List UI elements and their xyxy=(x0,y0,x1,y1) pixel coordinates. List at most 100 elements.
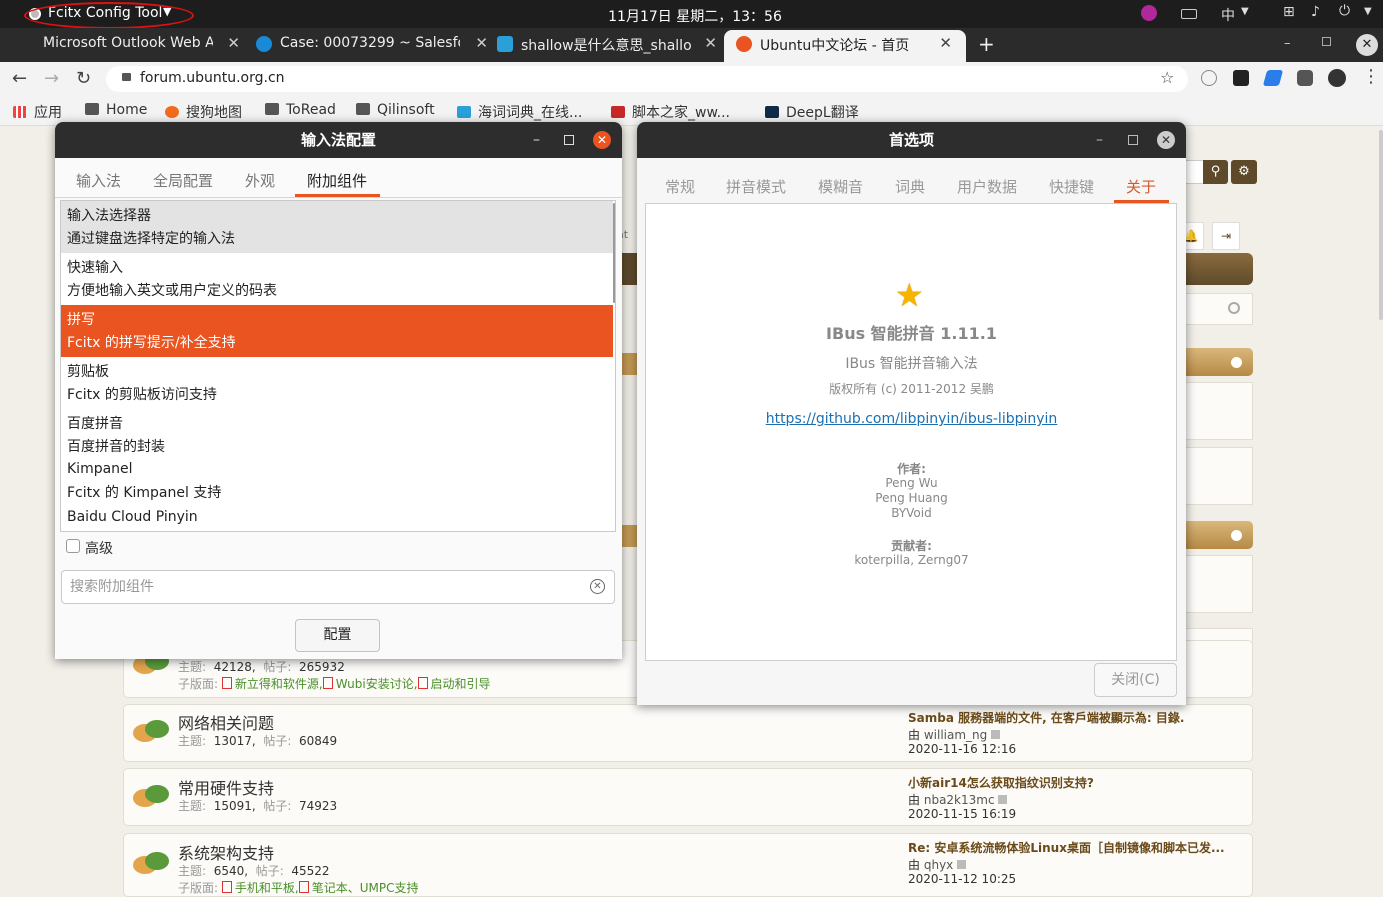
forum-title[interactable]: 网络相关问题 xyxy=(178,710,274,734)
configure-button[interactable]: 配置 xyxy=(295,619,380,652)
addon-item[interactable]: Baidu Cloud Pinyin xyxy=(61,505,613,531)
tab-general[interactable]: 常规 xyxy=(665,176,695,197)
author-link[interactable]: nba2k13mc xyxy=(924,793,995,807)
tab-user-data[interactable]: 用户数据 xyxy=(957,176,1017,197)
extensions-puzzle-icon[interactable] xyxy=(1297,70,1313,86)
salesforce-cloud-icon xyxy=(256,36,272,52)
url-text[interactable]: forum.ubuntu.org.cn xyxy=(140,70,285,86)
addon-item[interactable]: 百度拼音 百度拼音的封装 xyxy=(61,409,613,461)
forum-title[interactable]: 系统架构支持 xyxy=(178,840,274,864)
close-icon[interactable]: ✕ xyxy=(939,34,952,52)
firefox-tray-icon[interactable] xyxy=(1141,5,1157,21)
tab-global-config[interactable]: 全局配置 xyxy=(153,170,213,191)
keyboard-icon[interactable] xyxy=(1181,9,1197,19)
gear-icon[interactable]: ⚙ xyxy=(1231,160,1257,184)
last-post-title[interactable]: 小新air14怎么获取指纹识别支持? xyxy=(908,774,1094,791)
close-icon[interactable]: ✕ xyxy=(227,34,240,52)
browser-menu-icon[interactable]: ⋮ xyxy=(1362,66,1380,87)
last-post-title[interactable]: Re: 安卓系统流畅体验Linux桌面［自制镜像和脚本已发... xyxy=(908,839,1225,856)
last-post-title[interactable]: Samba 服務器端的文件, 在客戶端被顯示為: 目錄. xyxy=(908,709,1184,726)
close-button[interactable]: ✕ xyxy=(593,131,611,149)
chevron-down-icon[interactable]: ▼ xyxy=(1241,6,1249,17)
tab-ubuntu-forum[interactable]: Ubuntu中文论坛 - 首页 ✕ xyxy=(724,30,966,62)
back-button[interactable]: ← xyxy=(12,68,27,89)
extension-dark-icon[interactable] xyxy=(1233,70,1249,86)
profile-avatar-icon[interactable] xyxy=(1328,69,1346,87)
network-icon[interactable]: ⊞ xyxy=(1283,4,1295,20)
tab-shallow[interactable]: shallow是什么意思_shallo ✕ xyxy=(497,30,717,60)
advanced-label[interactable]: 高级 xyxy=(85,538,113,558)
minimize-button[interactable]: – xyxy=(533,122,540,158)
goto-post-icon[interactable] xyxy=(991,730,1001,739)
tab-about[interactable]: 关于 xyxy=(1126,176,1156,197)
power-icon[interactable]: ⏻ xyxy=(1339,3,1350,19)
maximize-button[interactable] xyxy=(1128,135,1138,145)
tab-appearance[interactable]: 外观 xyxy=(245,170,275,191)
extension-cloud-icon[interactable] xyxy=(1201,70,1217,86)
addon-item[interactable]: 输入法选择器 通过键盘选择特定的输入法 xyxy=(61,201,613,253)
window-close-button[interactable]: ✕ xyxy=(1356,34,1378,56)
subforum-link[interactable]: Wubi安装讨论, xyxy=(323,677,418,691)
input-method-indicator[interactable]: 中 xyxy=(1221,5,1235,25)
author-link[interactable]: william_ng xyxy=(924,728,987,742)
advanced-checkbox[interactable] xyxy=(66,539,80,553)
window-minimize-button[interactable]: – xyxy=(1284,36,1291,51)
volume-icon[interactable]: ♪ xyxy=(1311,4,1320,20)
subforum-link[interactable]: 新立得和软件源, xyxy=(222,677,323,691)
chevron-down-icon[interactable]: ▼ xyxy=(1364,6,1372,17)
lock-icon[interactable] xyxy=(122,73,131,81)
goto-post-icon[interactable] xyxy=(957,860,967,869)
tab-addons[interactable]: 附加组件 xyxy=(307,170,367,191)
close-button[interactable]: ✕ xyxy=(1157,131,1175,149)
subforum-link[interactable]: 启动和引导 xyxy=(418,677,491,691)
forward-button[interactable]: → xyxy=(44,68,59,89)
last-post-date: 2020-11-15 16:19 xyxy=(908,807,1017,821)
author-link[interactable]: qhyx xyxy=(924,858,953,872)
forum-title[interactable]: 常用硬件支持 xyxy=(178,775,274,799)
list-scrollbar[interactable] xyxy=(613,203,615,303)
logout-icon[interactable]: ⇥ xyxy=(1212,222,1240,250)
bookmark-apps[interactable]: 应用 xyxy=(13,102,62,122)
clock[interactable]: 11月17日 星期二，13：56 xyxy=(600,6,790,26)
close-dialog-button[interactable]: 关闭(C) xyxy=(1094,663,1177,697)
bookmark-toread[interactable]: ToRead xyxy=(265,102,336,118)
search-icon[interactable]: ⚲ xyxy=(1203,160,1228,184)
tab-pinyin-mode[interactable]: 拼音模式 xyxy=(726,176,786,197)
window-maximize-button[interactable] xyxy=(1322,37,1331,46)
bookmark-sogou-map[interactable]: 搜狗地图 xyxy=(165,102,242,122)
addon-item-selected[interactable]: 拼写 Fcitx 的拼写提示/补全支持 xyxy=(61,305,613,357)
tab-label: Case: 00073299 ~ Salesfor xyxy=(280,35,460,51)
tab-dictionary[interactable]: 词典 xyxy=(895,176,925,197)
collapse-icon[interactable] xyxy=(1231,357,1242,368)
goto-post-icon[interactable] xyxy=(998,795,1008,804)
clear-search-icon[interactable]: ✕ xyxy=(590,579,605,594)
tab-input-methods[interactable]: 输入法 xyxy=(76,170,121,191)
bookmark-home[interactable]: Home xyxy=(85,102,147,118)
close-icon[interactable]: ✕ xyxy=(704,34,717,52)
bookmark-qilinsoft[interactable]: Qilinsoft xyxy=(356,102,435,118)
tab-fuzzy[interactable]: 模糊音 xyxy=(818,176,863,197)
bookmark-star-icon[interactable]: ☆ xyxy=(1160,68,1174,87)
addon-item[interactable]: Kimpanel Fcitx 的 Kimpanel 支持 xyxy=(61,459,613,505)
bookmark-deepl[interactable]: DeepL翻译 xyxy=(765,102,859,122)
addon-list[interactable]: 输入法选择器 通过键盘选择特定的输入法 快速输入 方便地输入英文或用户定义的码表… xyxy=(60,200,616,532)
addon-item[interactable]: 剪贴板 Fcitx 的剪贴板访问支持 xyxy=(61,357,613,409)
bookmark-jb51[interactable]: 脚本之家_ww... xyxy=(611,102,730,122)
subforum-link[interactable]: 手机和平板, xyxy=(222,881,299,895)
maximize-button[interactable] xyxy=(564,135,574,145)
addon-search-input[interactable] xyxy=(61,570,615,604)
close-icon[interactable]: ✕ xyxy=(475,34,488,52)
tab-outlook[interactable]: ✕ Microsoft Outlook Web A xyxy=(18,30,240,60)
tab-salesforce[interactable]: Case: 00073299 ~ Salesfor ✕ xyxy=(256,30,488,60)
addon-item[interactable]: 快速输入 方便地输入英文或用户定义的码表 xyxy=(61,253,613,305)
bookmark-dict[interactable]: 海词词典_在线... xyxy=(457,102,582,122)
subforum-link[interactable]: 笔记本、UMPC支持 xyxy=(299,881,419,895)
project-link[interactable]: https://github.com/libpinyin/ibus-libpin… xyxy=(637,411,1186,427)
reload-button[interactable]: ↻ xyxy=(76,68,91,89)
collapse-icon[interactable] xyxy=(1231,530,1242,541)
page-scrollbar[interactable] xyxy=(1379,130,1383,320)
new-tab-button[interactable]: + xyxy=(978,32,995,56)
dialog-title[interactable]: 首选项 xyxy=(637,122,1186,158)
tab-shortcuts[interactable]: 快捷键 xyxy=(1049,176,1094,197)
minimize-button[interactable]: – xyxy=(1096,122,1103,158)
